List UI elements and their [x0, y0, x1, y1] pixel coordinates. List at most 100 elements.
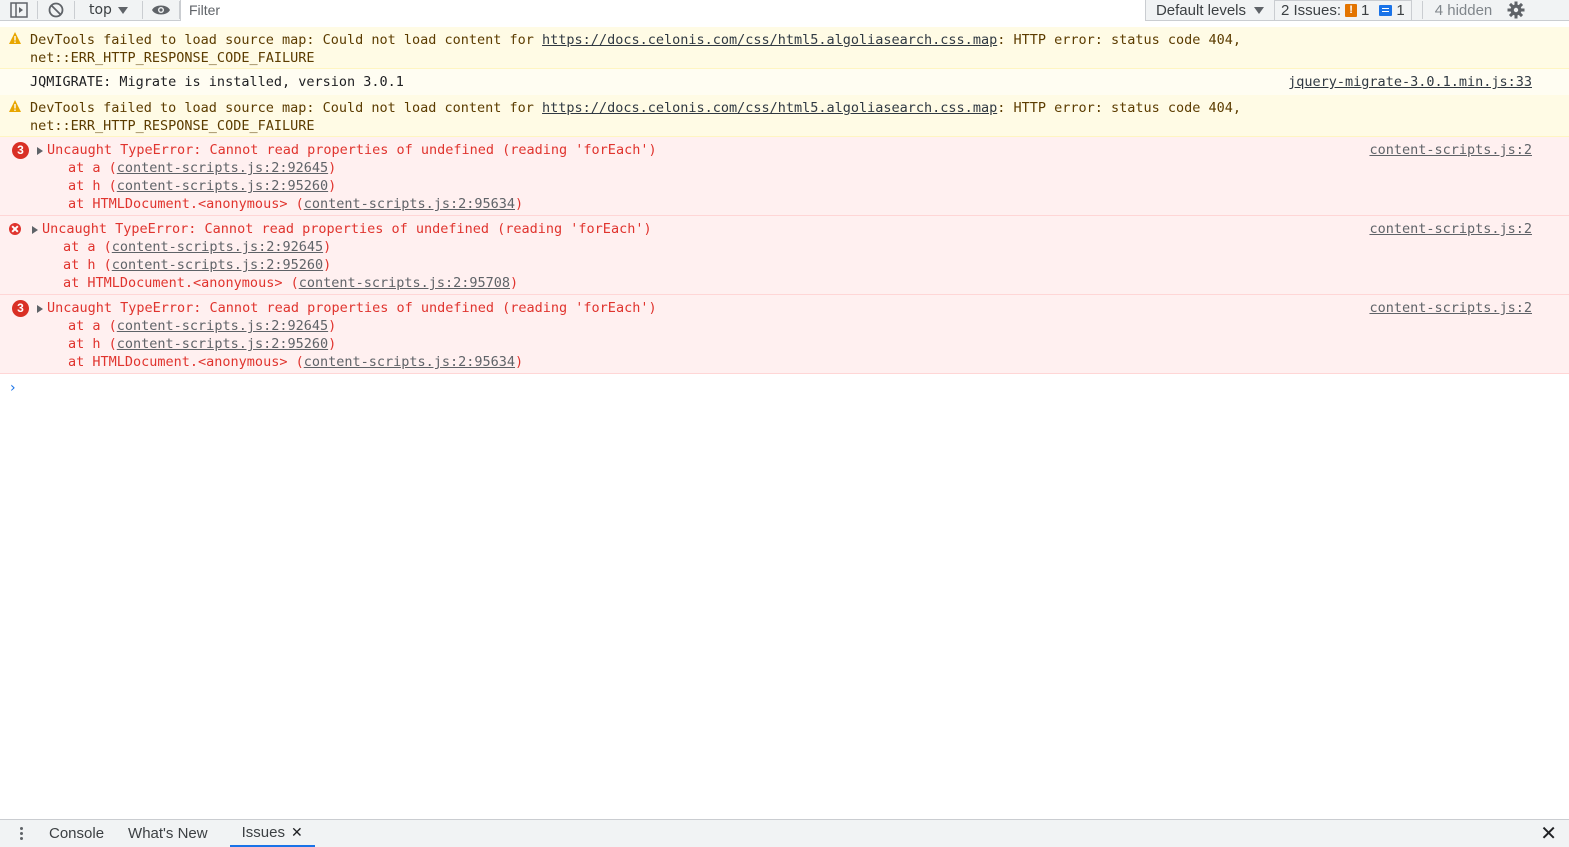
stack-frame-prefix: at a ( — [63, 239, 112, 255]
drawer-tab-label: Issues — [241, 824, 285, 841]
stack-frame-suffix: ) — [515, 196, 524, 212]
message-text: DevTools failed to load source map: Coul… — [30, 99, 1241, 117]
more-tools-menu-icon[interactable] — [20, 832, 23, 835]
expand-triangle-icon[interactable] — [32, 226, 38, 234]
context-label: top — [89, 2, 112, 18]
message-suffix: : HTTP error: status code 404, — [997, 32, 1242, 48]
stack-frame-prefix: at a ( — [68, 160, 117, 176]
drawer-tabbar: Console What's New Issues ✕ ✕ — [0, 819, 1569, 847]
stack-frame: at h (content-scripts.js:2:95260) — [63, 256, 331, 274]
message-text: DevTools failed to load source map: Coul… — [30, 31, 1241, 49]
stack-frame-prefix: at h ( — [68, 336, 117, 352]
toolbar-divider — [37, 1, 38, 19]
stack-frame-prefix: at h ( — [63, 257, 112, 273]
warning-issue-count: 1 — [1361, 1, 1370, 19]
console-messages: DevTools failed to load source map: Coul… — [0, 27, 1569, 374]
stack-frame-link[interactable]: content-scripts.js:2:92645 — [117, 318, 328, 334]
log-levels-label: Default levels — [1155, 1, 1246, 19]
stack-frame-link[interactable]: content-scripts.js:2:95708 — [299, 275, 510, 291]
toolbar-divider — [141, 1, 143, 19]
source-link[interactable]: content-scripts.js:2 — [1369, 220, 1532, 238]
console-message-error: 3 Uncaught TypeError: Cannot read proper… — [0, 137, 1569, 216]
message-text: Uncaught TypeError: Cannot read properti… — [47, 142, 657, 158]
stack-frame-suffix: ) — [510, 275, 519, 291]
stack-frame-link[interactable]: content-scripts.js:2:95634 — [304, 196, 515, 212]
warning-icon — [9, 100, 21, 112]
stack-frame: at HTMLDocument.<anonymous> (content-scr… — [68, 195, 523, 213]
info-issue-icon — [1379, 4, 1393, 16]
stack-frame-prefix: at HTMLDocument.<anonymous> ( — [68, 354, 304, 370]
source-link[interactable]: content-scripts.js:2 — [1369, 299, 1532, 317]
close-drawer-icon[interactable]: ✕ — [1540, 824, 1557, 844]
stack-frame-prefix: at HTMLDocument.<anonymous> ( — [68, 196, 304, 212]
error-icon — [9, 223, 21, 235]
stack-frame-link[interactable]: content-scripts.js:2:95260 — [112, 257, 323, 273]
hidden-messages-count: 4 hidden — [1434, 1, 1493, 19]
warning-icon — [9, 32, 21, 44]
stack-frame-prefix: at h ( — [68, 178, 117, 194]
issues-counter-button[interactable]: 2 Issues: ! 1 1 — [1274, 0, 1412, 21]
clear-console-icon[interactable] — [46, 0, 66, 20]
close-tab-icon[interactable]: ✕ — [291, 824, 303, 841]
repeat-count-badge: 3 — [12, 300, 29, 317]
console-message-warning: DevTools failed to load source map: Coul… — [0, 95, 1569, 137]
console-message-warning: DevTools failed to load source map: Coul… — [0, 27, 1569, 69]
source-link[interactable]: jquery-migrate-3.0.1.min.js:33 — [1288, 73, 1532, 91]
stack-frame-link[interactable]: content-scripts.js:2:92645 — [112, 239, 323, 255]
filter-input[interactable] — [179, 0, 1146, 21]
expand-triangle-icon[interactable] — [37, 305, 43, 313]
console-prompt-chevron-icon[interactable]: › — [10, 380, 16, 396]
stack-frame-link[interactable]: content-scripts.js:2:95260 — [117, 178, 328, 194]
stack-frame: at a (content-scripts.js:2:92645) — [68, 317, 336, 335]
stack-frame: at HTMLDocument.<anonymous> (content-scr… — [63, 274, 518, 292]
issues-label: 2 Issues: — [1281, 1, 1342, 19]
stack-frame-suffix: ) — [515, 354, 524, 370]
stack-frame-suffix: ) — [328, 178, 337, 194]
drawer-tab-issues[interactable]: Issues ✕ — [229, 820, 315, 847]
stack-frame-link[interactable]: content-scripts.js:2:92645 — [117, 160, 328, 176]
context-selector[interactable]: top — [83, 2, 134, 18]
toolbar-divider — [74, 1, 75, 19]
stack-frame-link[interactable]: content-scripts.js:2:95634 — [304, 354, 515, 370]
chevron-down-icon — [1254, 6, 1264, 14]
stack-frame-link[interactable]: content-scripts.js:2:95260 — [117, 336, 328, 352]
message-prefix: DevTools failed to load source map: Coul… — [30, 100, 543, 116]
warning-issue-icon: ! — [1345, 3, 1358, 17]
drawer-tab-console[interactable]: Console — [37, 820, 116, 847]
live-expression-eye-icon[interactable] — [151, 0, 171, 20]
drawer-tab-label: What's New — [128, 825, 208, 842]
console-message-info: JQMIGRATE: Migrate is installed, version… — [0, 69, 1569, 95]
chevron-down-icon — [117, 6, 128, 14]
message-text-line2: net::ERR_HTTP_RESPONSE_CODE_FAILURE — [30, 50, 315, 66]
message-text-line2: net::ERR_HTTP_RESPONSE_CODE_FAILURE — [30, 118, 315, 134]
stack-frame-prefix: at HTMLDocument.<anonymous> ( — [63, 275, 299, 291]
stack-frame-suffix: ) — [328, 318, 337, 334]
console-settings-gear-icon[interactable] — [1506, 0, 1526, 20]
drawer-tab-label: Console — [49, 825, 105, 842]
stack-frame-suffix: ) — [323, 239, 332, 255]
stack-frame-prefix: at a ( — [68, 318, 117, 334]
stack-frame: at h (content-scripts.js:2:95260) — [68, 335, 336, 353]
console-message-error: 3 Uncaught TypeError: Cannot read proper… — [0, 295, 1569, 374]
console-toolbar: top Default levels 2 Issues: ! 1 1 4 hid… — [0, 0, 1569, 21]
console-message-error: Uncaught TypeError: Cannot read properti… — [0, 216, 1569, 295]
stack-frame-suffix: ) — [328, 160, 337, 176]
stack-frame-suffix: ) — [328, 336, 337, 352]
source-link[interactable]: content-scripts.js:2 — [1369, 141, 1532, 159]
message-text: Uncaught TypeError: Cannot read properti… — [42, 221, 652, 237]
message-text: JQMIGRATE: Migrate is installed, version… — [30, 74, 404, 90]
expand-triangle-icon[interactable] — [37, 147, 43, 155]
drawer-tab-whats-new[interactable]: What's New — [116, 820, 220, 847]
stack-frame: at HTMLDocument.<anonymous> (content-scr… — [68, 353, 523, 371]
message-text: Uncaught TypeError: Cannot read properti… — [47, 300, 657, 316]
log-levels-dropdown[interactable]: Default levels — [1146, 2, 1274, 19]
source-map-url-link[interactable]: https://docs.celonis.com/css/html5.algol… — [542, 32, 997, 48]
message-suffix: : HTTP error: status code 404, — [997, 100, 1242, 116]
stack-frame-suffix: ) — [323, 257, 332, 273]
info-issue-count: 1 — [1396, 1, 1405, 19]
show-sidebar-icon[interactable] — [9, 0, 29, 20]
stack-frame: at a (content-scripts.js:2:92645) — [63, 238, 331, 256]
stack-frame: at h (content-scripts.js:2:95260) — [68, 177, 336, 195]
source-map-url-link[interactable]: https://docs.celonis.com/css/html5.algol… — [542, 100, 997, 116]
repeat-count-badge: 3 — [12, 142, 29, 159]
